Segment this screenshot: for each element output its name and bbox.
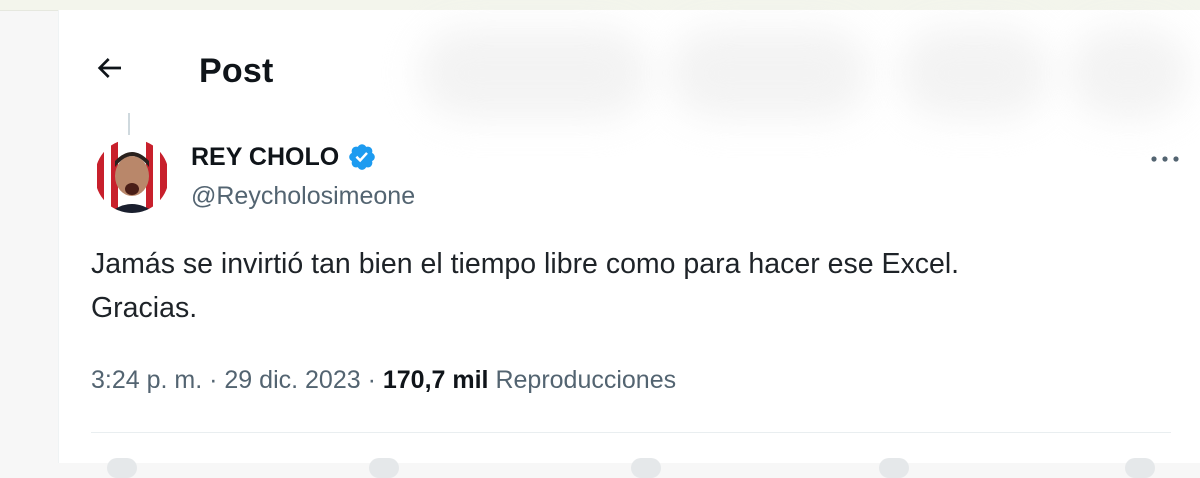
author-name-row: REY CHOLO bbox=[191, 142, 377, 172]
back-button[interactable] bbox=[87, 46, 131, 90]
like-icon[interactable] bbox=[631, 458, 661, 478]
views-count[interactable]: 170,7 mil bbox=[383, 366, 489, 394]
tweet-time[interactable]: 3:24 p. m. bbox=[91, 366, 202, 394]
meta-separator: · bbox=[367, 366, 376, 394]
reply-icon[interactable] bbox=[107, 458, 137, 478]
avatar[interactable] bbox=[93, 137, 171, 215]
page-title: Post bbox=[199, 52, 274, 90]
more-horizontal-icon bbox=[1151, 156, 1179, 162]
user-handle[interactable]: @Reycholosimeone bbox=[191, 182, 415, 211]
tweet-text-line: Jamás se invirtió tan bien el tiempo lib… bbox=[91, 248, 960, 280]
arrow-left-icon bbox=[97, 58, 121, 78]
views-label: Reproducciones bbox=[495, 366, 677, 394]
thread-connector-line bbox=[128, 113, 130, 135]
more-options-button[interactable] bbox=[1145, 144, 1185, 174]
repost-icon[interactable] bbox=[369, 458, 399, 478]
tweet-date[interactable]: 29 dic. 2023 bbox=[224, 366, 360, 394]
tweet-text-line: Gracias. bbox=[91, 292, 198, 324]
tweet-metadata: 3:24 p. m. · 29 dic. 2023 · 170,7 mil Re… bbox=[91, 366, 676, 395]
tweet-text: Jamás se invirtió tan bien el tiempo lib… bbox=[91, 242, 1151, 330]
post-header: Post bbox=[59, 40, 1200, 96]
meta-separator: · bbox=[209, 366, 218, 394]
display-name[interactable]: REY CHOLO bbox=[191, 143, 339, 172]
post-panel: Post REY CHOLO @Reycholosimeone Jamás se… bbox=[58, 10, 1200, 478]
bookmark-icon[interactable] bbox=[879, 458, 909, 478]
share-icon[interactable] bbox=[1125, 458, 1155, 478]
divider bbox=[91, 432, 1171, 433]
verified-badge-icon bbox=[349, 144, 375, 170]
